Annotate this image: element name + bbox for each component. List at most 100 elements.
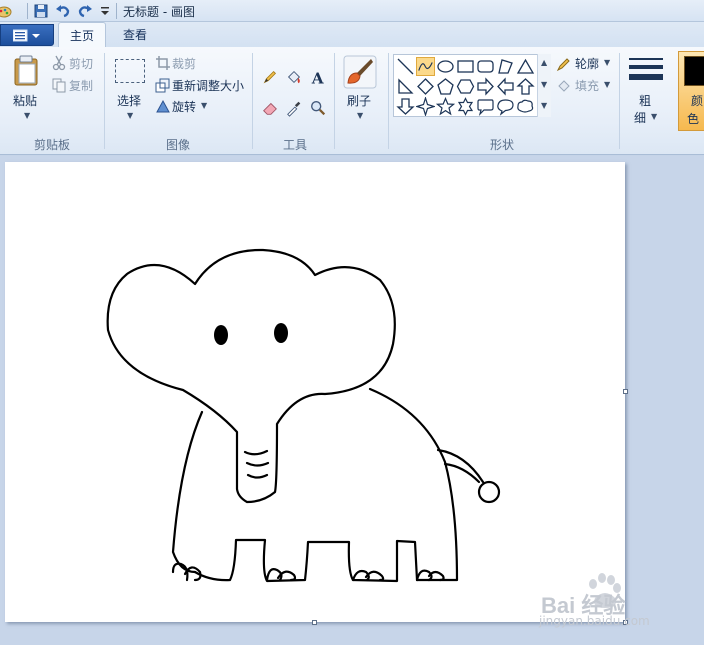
resize-icon[interactable] [155, 77, 171, 93]
canvas-resize-handle-bottom[interactable] [312, 620, 317, 625]
menu-icon [13, 29, 40, 42]
fill-icon[interactable] [556, 78, 572, 94]
watermark-url: jingyan.baidu.com [539, 614, 650, 628]
paint-menu-button[interactable] [0, 24, 54, 46]
color-picker-icon[interactable] [284, 98, 304, 118]
pencil-icon[interactable] [260, 67, 280, 87]
curve-shape-icon[interactable] [416, 57, 435, 76]
svg-text:A: A [311, 69, 325, 87]
crop-icon[interactable] [155, 55, 171, 71]
fill-label[interactable]: 填充 [575, 77, 599, 94]
elephant-tail [436, 448, 485, 484]
group-separator [619, 53, 620, 149]
oval-shape-icon[interactable] [436, 57, 455, 76]
window-title: 无标题 - 画图 [123, 5, 195, 19]
color1-label-line2: 色 [687, 112, 700, 126]
size-label-line2[interactable]: 细 [634, 109, 646, 126]
eraser-icon[interactable] [260, 98, 280, 118]
watermark: Bai 经验 jingyan.baidu.com [535, 568, 700, 630]
back-left-toes [351, 569, 385, 582]
outline-dropdown-icon[interactable]: ▼ [604, 58, 610, 67]
size-dropdown-icon[interactable]: ▼ [651, 112, 657, 121]
elephant-body [171, 410, 204, 574]
select-dropdown-icon[interactable]: ▼ [127, 111, 133, 120]
copy-label[interactable]: 复制 [69, 77, 93, 94]
cut-label[interactable]: 剪切 [69, 55, 93, 72]
tools-group-label: 工具 [283, 138, 308, 152]
outline-icon[interactable] [556, 56, 572, 72]
rotate-label[interactable]: 旋转 [172, 98, 196, 115]
select-icon[interactable] [115, 59, 145, 83]
up-arrow-shape-icon[interactable] [516, 77, 535, 96]
four-point-star-shape-icon[interactable] [416, 97, 435, 116]
down-arrow-shape-icon[interactable] [396, 97, 415, 116]
fill-dropdown-icon[interactable]: ▼ [604, 80, 610, 89]
rounded-rectangle-shape-icon[interactable] [476, 57, 495, 76]
five-point-star-shape-icon[interactable] [436, 97, 455, 116]
oval-callout-shape-icon[interactable] [496, 97, 515, 116]
elephant-left-eye [214, 325, 228, 345]
magnifier-icon[interactable] [308, 98, 328, 118]
trunk-wrinkle-1 [243, 449, 269, 456]
triangle-shape-icon[interactable] [516, 57, 535, 76]
hexagon-shape-icon[interactable] [456, 77, 475, 96]
line-shape-icon[interactable] [396, 57, 415, 76]
polygon-shape-icon[interactable] [496, 57, 515, 76]
paste-dropdown-icon[interactable]: ▼ [24, 111, 30, 120]
line-size-icon[interactable] [629, 57, 663, 85]
group-separator [104, 53, 105, 149]
select-label[interactable]: 选择 [117, 92, 141, 109]
canvas-resize-handle-right[interactable] [623, 389, 628, 394]
elephant-drawing [106, 248, 501, 583]
right-arrow-shape-icon[interactable] [476, 77, 495, 96]
drawing-canvas[interactable] [5, 162, 625, 622]
six-point-star-shape-icon[interactable] [456, 97, 475, 116]
rotate-icon[interactable] [155, 98, 171, 114]
cloud-callout-shape-icon[interactable] [516, 97, 535, 116]
copy-icon[interactable] [51, 77, 67, 93]
brush-icon[interactable] [343, 55, 377, 89]
paste-label[interactable]: 粘贴 [13, 92, 37, 109]
clipboard-group-label: 剪贴板 [34, 138, 71, 152]
paste-icon[interactable] [12, 55, 42, 87]
fill-bucket-icon[interactable] [284, 67, 304, 87]
tab-home[interactable]: 主页 [58, 22, 106, 48]
crop-label[interactable]: 裁剪 [172, 55, 196, 72]
shapes-gallery-scrollbar[interactable]: ▲ ▼ ▼ [537, 54, 551, 117]
save-icon[interactable] [33, 3, 49, 19]
brushes-label[interactable]: 刷子 [347, 92, 371, 109]
scroll-up-icon[interactable]: ▲ [541, 58, 547, 67]
color1-label-line1: 颜 [691, 94, 704, 108]
undo-icon[interactable] [55, 3, 71, 19]
diamond-shape-icon[interactable] [416, 77, 435, 96]
front-right-toes [265, 568, 297, 582]
right-triangle-shape-icon[interactable] [396, 77, 415, 96]
resize-label[interactable]: 重新调整大小 [172, 77, 244, 94]
size-label-line1[interactable]: 粗 [639, 92, 651, 109]
tab-view[interactable]: 查看 [112, 22, 158, 48]
left-arrow-shape-icon[interactable] [496, 77, 515, 96]
text-icon[interactable]: A [308, 67, 328, 87]
shapes-group-label: 形状 [490, 138, 515, 152]
redo-icon[interactable] [77, 3, 93, 19]
trunk-wrinkle-3 [246, 473, 269, 479]
paint-app-icon[interactable] [0, 3, 12, 19]
ribbon-tab-row: 主页 查看 [0, 22, 704, 48]
gallery-expand-icon[interactable]: ▼ [541, 101, 547, 110]
cut-icon[interactable] [51, 55, 67, 71]
group-separator [252, 53, 253, 149]
rotate-dropdown-icon[interactable]: ▼ [201, 101, 207, 110]
color1-button[interactable]: 颜 色 [678, 51, 704, 131]
image-group-label: 图像 [166, 138, 191, 152]
outline-label[interactable]: 轮廓 [575, 55, 599, 72]
ribbon: 粘贴 ▼ 剪切 复制 剪贴板 选择 ▼ 裁剪 重新调整大小 旋转 ▼ 图像 A … [0, 47, 704, 155]
customize-toolbar-icon[interactable] [97, 3, 113, 19]
rectangle-shape-icon[interactable] [456, 57, 475, 76]
pentagon-shape-icon[interactable] [436, 77, 455, 96]
rounded-callout-shape-icon[interactable] [476, 97, 495, 116]
elephant-legs [193, 538, 419, 583]
scroll-down-icon[interactable]: ▼ [541, 80, 547, 89]
brushes-dropdown-icon[interactable]: ▼ [357, 111, 363, 120]
title-separator [27, 3, 28, 19]
back-right-toes [415, 569, 445, 582]
